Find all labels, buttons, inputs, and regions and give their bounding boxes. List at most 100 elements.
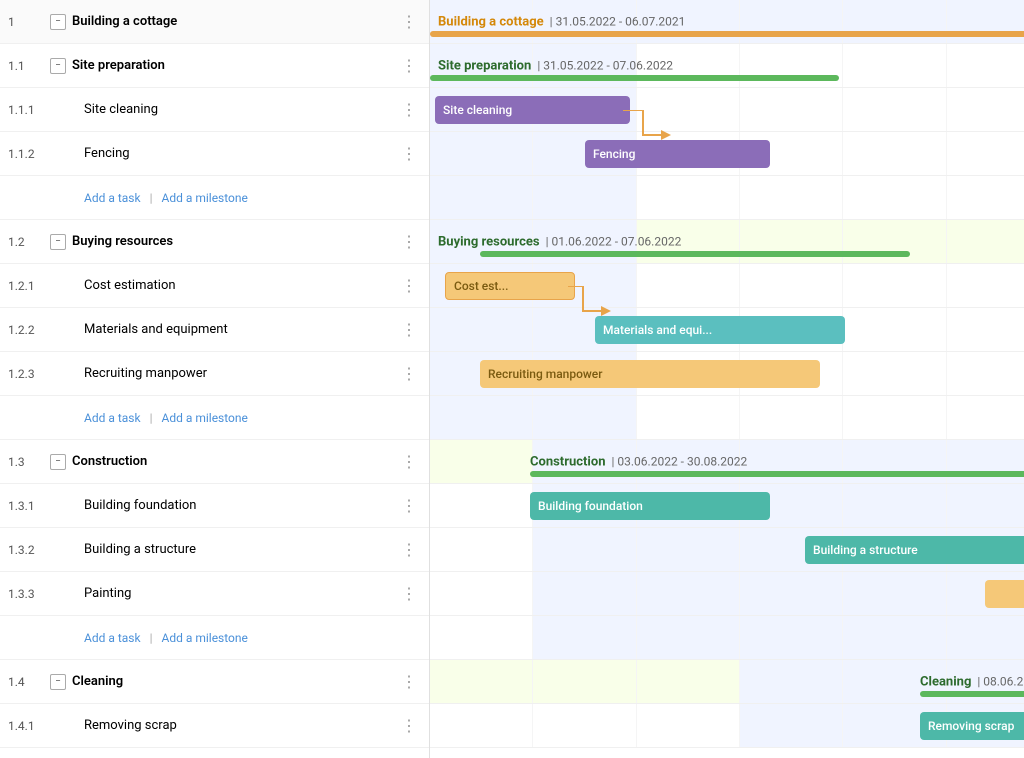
expand-1-4[interactable]: − [48,674,68,690]
gantt-row-1-3-3 [430,572,1024,616]
menu-1-4-1[interactable] [397,716,421,735]
add-row-1-1: Add a task | Add a milestone [68,191,421,205]
gantt-row-add-1-2 [430,396,1024,440]
menu-1[interactable] [397,12,421,31]
menu-1-1-1[interactable] [397,100,421,119]
gantt-row-1-2-1: Cost est... [430,264,1024,308]
bar-site-cleaning[interactable]: Site cleaning [435,96,630,124]
col-rs-1 [430,704,533,747]
expand-1-3[interactable]: − [48,454,68,470]
bar-painting[interactable] [985,580,1024,608]
row-add-1-3: Add a task | Add a milestone [0,616,429,660]
col-a3-5 [843,616,946,659]
gantt-row-1-4-1: Removing scrap [430,704,1024,748]
gantt-row-1-3-1: Building foundation [430,484,1024,528]
menu-1-3-3[interactable] [397,584,421,603]
bar-label-fencing: Fencing [593,147,635,161]
row-1: 1 − Building a cottage [0,0,429,44]
col-ce-4 [740,264,843,307]
col-f-5 [843,132,946,175]
col-cl-4 [740,660,843,703]
menu-1-2-3[interactable] [397,364,421,383]
gantt-row-1-3-2: Building a structure [430,528,1024,572]
gantt-date-1-3: | 03.06.2022 - 30.08.2022 [612,455,748,469]
bar-building-structure[interactable]: Building a structure [805,536,1024,564]
add-milestone-1-3[interactable]: Add a milestone [161,631,247,645]
expand-btn-1-4[interactable]: − [50,674,66,690]
col-f-1 [430,132,533,175]
row-number-1-1-2: 1.1.2 [8,147,48,161]
menu-1-2-2[interactable] [397,320,421,339]
col-ce-5 [843,264,946,307]
bar-fencing[interactable]: Fencing [585,140,770,168]
menu-1-2[interactable] [397,232,421,251]
add-milestone-1-1[interactable]: Add a milestone [161,191,247,205]
add-milestone-1-2[interactable]: Add a milestone [161,411,247,425]
expand-1[interactable]: − [48,14,68,30]
gantt-label-1-1: Site preparation [438,58,531,73]
row-1-3: 1.3 − Construction [0,440,429,484]
row-1-2-3: 1.2.3 Recruiting manpower [0,352,429,396]
expand-1-2[interactable]: − [48,234,68,250]
expand-btn-1[interactable]: − [50,14,66,30]
expand-btn-1-3[interactable]: − [50,454,66,470]
col-rs-3 [637,704,740,747]
add-task-1-3[interactable]: Add a task [84,631,141,645]
bar-materials[interactable]: Materials and equi... [595,316,845,344]
expand-1-1[interactable]: − [48,58,68,74]
label-1-2-2: Materials and equipment [68,322,397,337]
col-cl-1 [430,660,533,703]
menu-1-1[interactable] [397,56,421,75]
menu-1-3[interactable] [397,452,421,471]
row-add-1-2: Add a task | Add a milestone [0,396,429,440]
row-1-2-1: 1.2.1 Cost estimation [0,264,429,308]
col-a3-4 [740,616,843,659]
row-1-1: 1.1 − Site preparation [0,44,429,88]
bar-recruiting[interactable]: Recruiting manpower [480,360,820,388]
row-1-4: 1.4 − Cleaning [0,660,429,704]
label-1-2: Buying resources [68,234,397,249]
gantt-label-1-3: Construction [530,454,606,469]
gantt-panel: Building a cottage | 31.05.2022 - 06.07.… [430,0,1024,758]
label-1-1-1: Site cleaning [68,102,397,117]
col-a1-2 [533,176,636,219]
gantt-row-1-2-2: Materials and equi... [430,308,1024,352]
add-row-1-2: Add a task | Add a milestone [68,411,421,425]
gantt-date-1-2: | 01.06.2022 - 07.06.2022 [546,235,682,249]
bar-cost-estimation[interactable]: Cost est... [445,272,575,300]
gantt-cols-add-1-3 [430,616,1024,659]
bar-label-site-cleaning: Site cleaning [443,103,512,117]
gantt-bar-1-1 [430,75,839,81]
col-1-1-6 [947,44,1024,87]
label-1-2-1: Cost estimation [68,278,397,293]
menu-1-3-2[interactable] [397,540,421,559]
col-rs-4 [740,704,843,747]
add-task-1-2[interactable]: Add a task [84,411,141,425]
col-rs-2 [533,704,636,747]
expand-btn-1-1[interactable]: − [50,58,66,74]
col-a3-6 [947,616,1024,659]
gantt-row-add-1-3 [430,616,1024,660]
row-number-1-2-1: 1.2.1 [8,279,48,293]
add-task-1-1[interactable]: Add a task [84,191,141,205]
expand-btn-1-2[interactable]: − [50,234,66,250]
col-a2-4 [740,396,843,439]
menu-1-3-1[interactable] [397,496,421,515]
bar-building-foundation[interactable]: Building foundation [530,492,770,520]
col-bf-5 [843,484,946,527]
row-1-1-1: 1.1.1 Site cleaning [0,88,429,132]
col-bs-2 [533,528,636,571]
col-rm-5 [843,352,946,395]
col-pa-1 [430,572,533,615]
row-1-1-2: 1.1.2 Fencing [0,132,429,176]
left-panel: 1 − Building a cottage 1.1 − Site prepar… [0,0,430,758]
col-a1-4 [740,176,843,219]
menu-1-2-1[interactable] [397,276,421,295]
menu-1-4[interactable] [397,672,421,691]
col-br-6 [947,220,1024,263]
bar-removing-scrap[interactable]: Removing scrap [920,712,1024,740]
col-1-1-5 [843,44,946,87]
menu-1-1-2[interactable] [397,144,421,163]
gantt-label-1: Building a cottage [438,14,544,29]
col-me-1 [430,308,533,351]
